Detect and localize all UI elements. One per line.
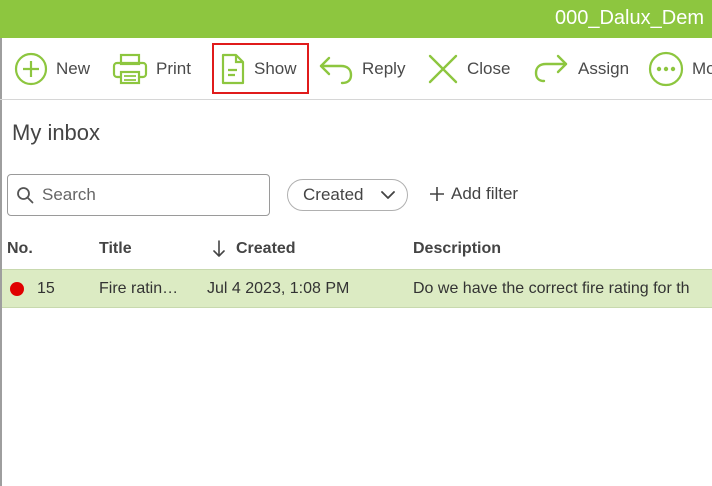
toolbar: New Print Show Reply Close Assign M [0, 38, 712, 100]
show-label: Show [254, 58, 297, 78]
sort-created-label: Created [303, 185, 364, 204]
cell-title: Fire ratin… [99, 280, 179, 297]
sort-descending-arrow-icon [213, 240, 225, 257]
close-button[interactable]: Close [427, 38, 510, 99]
chevron-down-icon [381, 191, 395, 199]
search-input[interactable] [40, 184, 259, 206]
header-bar: 000_Dalux_Dem [0, 0, 712, 38]
reply-label: Reply [362, 58, 406, 78]
more-button[interactable]: Mo [648, 38, 712, 99]
more-dots-icon [648, 51, 684, 86]
column-header-title[interactable]: Title [99, 240, 132, 258]
add-filter-button[interactable]: Add filter [429, 184, 518, 204]
sort-created-dropdown[interactable]: Created [287, 179, 408, 211]
new-label: New [56, 58, 91, 78]
reply-arrow-icon [319, 56, 353, 84]
column-header-created-label: Created [236, 240, 296, 257]
column-header-created[interactable]: Created [212, 240, 296, 258]
column-header-description[interactable]: Description [413, 240, 501, 258]
cell-no: 15 [37, 280, 55, 297]
close-label: Close [467, 58, 511, 78]
assign-label: Assign [578, 58, 630, 78]
plus-icon [430, 187, 444, 201]
search-icon [17, 187, 34, 204]
more-label: Mo [692, 58, 712, 78]
cell-created: Jul 4 2023, 1:08 PM [207, 280, 350, 297]
show-button[interactable]: Show [212, 43, 309, 94]
search-box[interactable] [7, 174, 270, 216]
assign-button[interactable]: Assign [532, 38, 629, 99]
add-filter-label: Add filter [451, 184, 519, 203]
new-button[interactable]: New [14, 38, 90, 99]
table-row[interactable]: 15 Fire ratin… Jul 4 2023, 1:08 PM Do we… [2, 269, 712, 308]
print-button[interactable]: Print [112, 38, 191, 99]
project-title: 000_Dalux_Dem [555, 7, 704, 29]
plus-circle-icon [14, 52, 48, 85]
close-x-icon [428, 54, 458, 83]
reply-button[interactable]: Reply [318, 38, 405, 99]
printer-icon [112, 53, 148, 84]
column-header-no[interactable]: No. [7, 240, 33, 258]
forward-arrow-icon [534, 54, 568, 82]
status-dot-icon [10, 282, 24, 296]
print-label: Print [156, 58, 191, 78]
cell-description: Do we have the correct fire rating for t… [413, 280, 690, 297]
page-title: My inbox [12, 120, 101, 145]
document-icon [221, 53, 245, 84]
